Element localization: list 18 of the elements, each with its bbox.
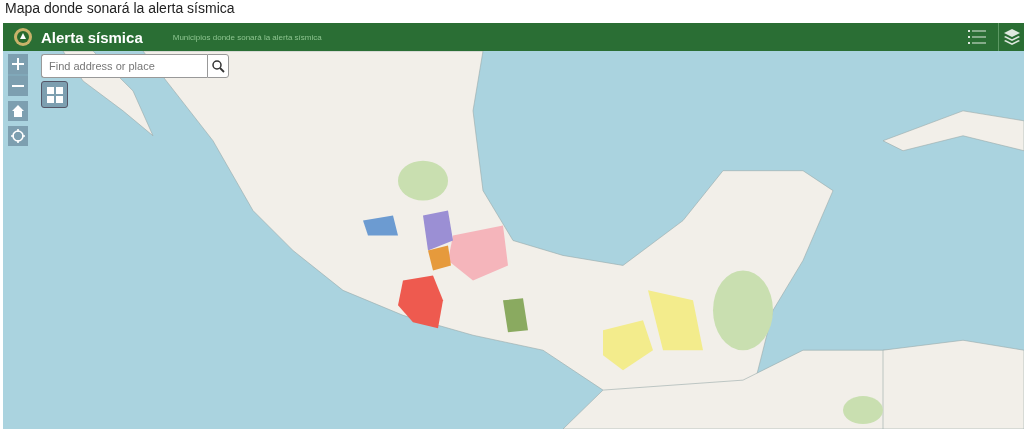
app-subtitle: Municipios donde sonará la alerta sísmica bbox=[172, 32, 322, 42]
basemap-gallery-button[interactable] bbox=[41, 81, 68, 108]
grid-icon bbox=[46, 86, 63, 103]
app-title: Alerta sísmica bbox=[41, 28, 143, 46]
search-button[interactable] bbox=[207, 54, 229, 78]
zoom-in-button[interactable] bbox=[8, 54, 28, 74]
crosshair-icon bbox=[11, 129, 25, 143]
layers-icon bbox=[1002, 28, 1021, 46]
locate-button[interactable] bbox=[8, 126, 28, 146]
search-icon bbox=[211, 59, 225, 73]
zoom-out-button[interactable] bbox=[8, 76, 28, 96]
home-icon bbox=[11, 104, 25, 118]
home-button[interactable] bbox=[8, 101, 28, 121]
page-caption: Mapa donde sonará la alerta sísmica bbox=[4, 0, 236, 18]
list-icon bbox=[968, 29, 986, 45]
emblem-icon bbox=[13, 27, 33, 47]
search-field[interactable]: Find address or place bbox=[41, 54, 207, 78]
plus-icon bbox=[12, 58, 24, 70]
